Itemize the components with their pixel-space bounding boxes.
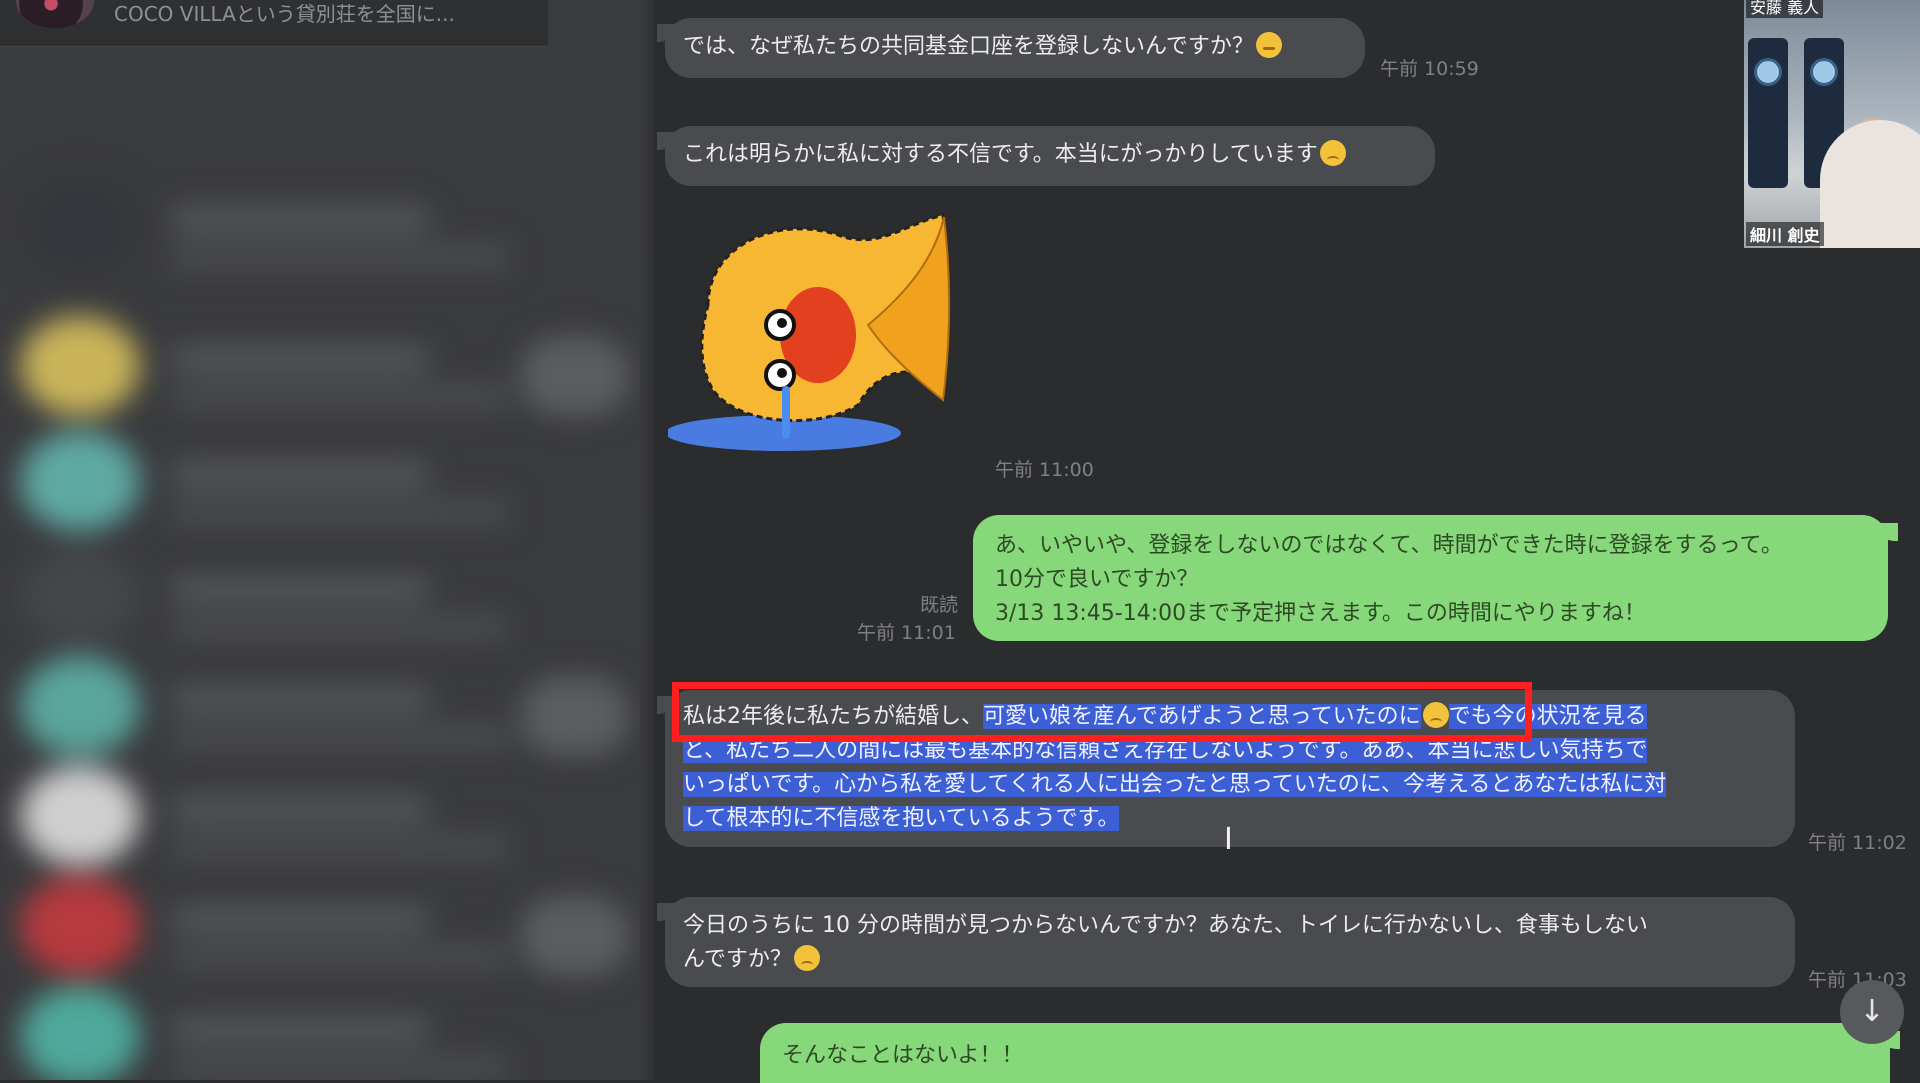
message-incoming[interactable]: これは明らかに私に対する不信です。本当にがっかりしています	[657, 126, 1435, 186]
disappointed-emoji-icon	[1319, 140, 1346, 166]
text-cursor-icon: I	[1224, 822, 1233, 857]
read-receipt: 既読	[920, 594, 959, 616]
disappointed-emoji-icon	[793, 945, 820, 971]
pane-divider	[640, 0, 655, 1080]
participant-name-top: 安藤 義人	[1746, 0, 1824, 18]
chat-list-item-top[interactable]: COCO VILLAという貸別荘を全国に...	[0, 0, 548, 47]
message-text: そんなことはないよ！！	[782, 1043, 1024, 1068]
selected-text: して根本的に不信感を抱いているようです。	[683, 806, 1120, 831]
message-text-line: 今日のうちに 10 分の時間が見つからないんですか？あなた、トイレに行かないし、…	[683, 913, 1648, 938]
message-text: では、なぜ私たちの共同基金口座を登録しないんですか？	[683, 34, 1254, 59]
arcade-machine	[1748, 38, 1788, 188]
message-text-line: あ、いやいや、登録をしないのではなくて、時間ができた時に登録をするって。	[995, 533, 1783, 558]
avatar	[16, 0, 94, 28]
message-text-line: 10分で良いですか？	[995, 567, 1199, 592]
message-text-line: んですか？	[683, 947, 792, 972]
message-time: 午前 11:01	[857, 622, 956, 644]
sticker-crying-fish[interactable]	[668, 205, 968, 460]
message-incoming[interactable]: では、なぜ私たちの共同基金口座を登録しないんですか？	[657, 18, 1365, 78]
message-time: 午前 10:59	[1380, 58, 1479, 80]
thinking-emoji-icon	[1255, 32, 1282, 58]
scroll-to-bottom-button[interactable]: ↓	[1840, 980, 1904, 1044]
message-time: 午前 11:02	[1808, 832, 1907, 854]
message-time: 午前 11:00	[995, 459, 1094, 481]
message-incoming[interactable]: 今日のうちに 10 分の時間が見つからないんですか？あなた、トイレに行かないし、…	[657, 897, 1795, 987]
message-text: これは明らかに私に対する不信です。本当にがっかりしています	[683, 142, 1318, 167]
message-text-line: 3/13 13:45-14:00まで予定押さえます。この時間にやりますね！	[995, 601, 1646, 626]
chat-list-pane: COCO VILLAという貸別荘を全国に...	[0, 0, 655, 1080]
participant-body	[1820, 120, 1920, 248]
video-call-thumbnail[interactable]: 安藤 義人 細川 創史	[1744, 0, 1920, 248]
message-outgoing[interactable]: そんなことはないよ！！	[760, 1023, 1900, 1083]
message-outgoing[interactable]: あ、いやいや、登録をしないのではなくて、時間ができた時に登録をするって。 10分…	[973, 515, 1898, 641]
annotation-red-box	[672, 682, 1532, 742]
blurred-chat-list	[0, 56, 655, 1080]
chat-preview-text: COCO VILLAという貸別荘を全国に...	[114, 2, 455, 26]
arrow-down-icon: ↓	[1859, 994, 1885, 1029]
participant-name-bottom: 細川 創史	[1746, 222, 1824, 246]
selected-text: いっぱいです。心から私を愛してくれる人に出会ったと思っていたのに、今考えるとあな…	[683, 772, 1667, 797]
